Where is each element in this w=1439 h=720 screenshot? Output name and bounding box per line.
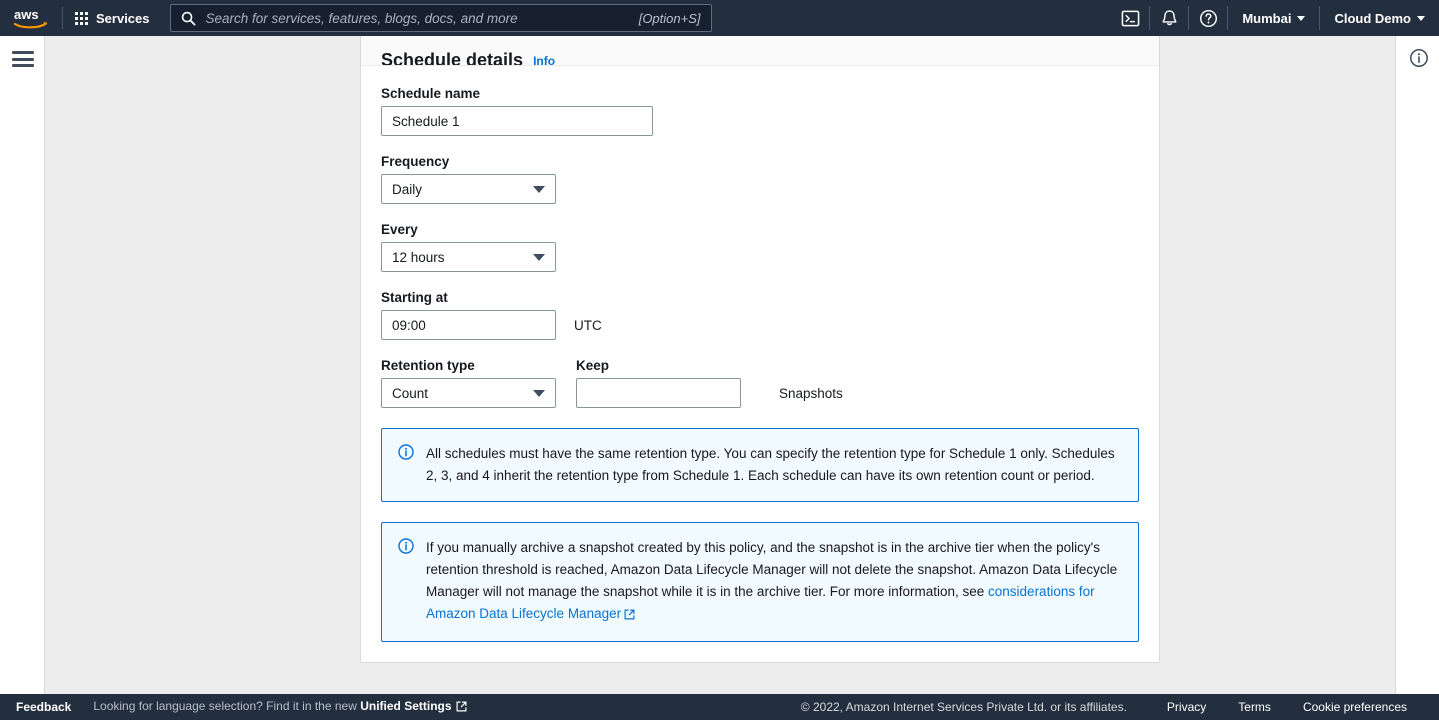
every-value: 12 hours — [392, 249, 445, 265]
retention-row: Retention type Count Keep Snapshots — [381, 358, 1139, 408]
account-menu[interactable]: Cloud Demo — [1320, 0, 1439, 36]
svg-text:aws: aws — [14, 7, 39, 22]
every-field: Every 12 hours — [381, 222, 1139, 272]
retention-type-label: Retention type — [381, 358, 475, 373]
help-button[interactable] — [1189, 0, 1227, 36]
schedule-name-label: Schedule name — [381, 86, 481, 101]
schedule-name-field: Schedule name — [381, 86, 1139, 136]
sidebar-toggle-icon[interactable] — [12, 51, 34, 67]
starting-at-row: UTC — [381, 310, 1139, 340]
search-icon — [181, 11, 196, 26]
top-navigation: aws Services [Option+S] — [0, 0, 1439, 36]
frequency-label: Frequency — [381, 154, 450, 169]
help-panel-rail — [1395, 36, 1439, 694]
page-body: Schedule details Info Schedule name Freq… — [0, 36, 1439, 694]
info-icon[interactable] — [1409, 48, 1429, 68]
language-notice-text: Looking for language selection? Find it … — [93, 699, 361, 713]
grid-icon — [75, 11, 88, 25]
services-menu-button[interactable]: Services — [63, 0, 162, 36]
container-header: Schedule details Info — [361, 36, 1159, 66]
external-link-icon — [624, 605, 635, 627]
global-search-bar[interactable]: [Option+S] — [169, 4, 712, 32]
keep-field: Keep — [576, 358, 741, 408]
info-icon — [398, 444, 414, 465]
terms-link[interactable]: Terms — [1222, 700, 1287, 714]
starting-at-label: Starting at — [381, 290, 448, 305]
starting-at-field: Starting at UTC — [381, 290, 1139, 340]
info-icon — [398, 538, 414, 559]
region-selector[interactable]: Mumbai — [1228, 0, 1319, 36]
retention-type-value: Count — [392, 385, 429, 401]
retention-type-field: Retention type Count — [381, 358, 556, 408]
info-link[interactable]: Info — [533, 54, 555, 65]
frequency-select[interactable]: Daily — [381, 174, 556, 204]
every-select[interactable]: 12 hours — [381, 242, 556, 272]
aws-logo[interactable]: aws — [0, 0, 62, 36]
language-notice: Looking for language selection? Find it … — [87, 699, 467, 715]
sidebar-rail — [0, 36, 45, 694]
frequency-field: Frequency Daily — [381, 154, 1139, 204]
notifications-button[interactable] — [1150, 0, 1188, 36]
every-label: Every — [381, 222, 418, 237]
chevron-down-icon — [1417, 15, 1425, 21]
search-shortcut-hint: [Option+S] — [638, 10, 701, 26]
schedule-name-input[interactable] — [381, 106, 653, 136]
retention-type-select[interactable]: Count — [381, 378, 556, 408]
alert-text-wrapper: If you manually archive a snapshot creat… — [426, 537, 1122, 627]
main-content-column: Schedule details Info Schedule name Freq… — [45, 36, 1395, 694]
services-label: Services — [96, 10, 150, 26]
cookie-preferences-link[interactable]: Cookie preferences — [1287, 700, 1423, 714]
account-label: Cloud Demo — [1334, 10, 1411, 26]
retention-fields-row: Retention type Count Keep Snapshots — [381, 358, 1139, 408]
search-input[interactable] — [205, 10, 631, 26]
frequency-value: Daily — [392, 181, 423, 197]
keep-input[interactable] — [576, 378, 741, 408]
footer-right: © 2022, Amazon Internet Services Private… — [801, 694, 1439, 720]
timezone-label: UTC — [574, 318, 602, 333]
alert-text: All schedules must have the same retenti… — [426, 446, 1115, 483]
starting-at-input[interactable] — [381, 310, 556, 340]
page-footer: Feedback Looking for language selection?… — [0, 694, 1439, 720]
external-link-icon — [456, 701, 467, 715]
container-body: Schedule name Frequency Daily Every 12 h… — [361, 66, 1159, 662]
retention-type-alert: All schedules must have the same retenti… — [381, 428, 1139, 502]
unified-settings-link[interactable]: Unified Settings — [360, 699, 451, 713]
cloudshell-button[interactable] — [1111, 0, 1149, 36]
top-navigation-right: Mumbai Cloud Demo — [1111, 0, 1439, 36]
feedback-link[interactable]: Feedback — [0, 700, 87, 714]
chevron-down-icon — [533, 254, 545, 261]
archive-tier-alert: If you manually archive a snapshot creat… — [381, 522, 1139, 642]
chevron-down-icon — [533, 186, 545, 193]
region-label: Mumbai — [1242, 10, 1292, 26]
chevron-down-icon — [533, 390, 545, 397]
snapshots-unit-label: Snapshots — [779, 386, 843, 401]
schedule-details-container: Schedule details Info Schedule name Freq… — [360, 36, 1160, 663]
chevron-down-icon — [1297, 15, 1306, 21]
page-title: Schedule details — [381, 50, 524, 66]
copyright-text: © 2022, Amazon Internet Services Private… — [800, 700, 1127, 714]
keep-label: Keep — [576, 358, 610, 373]
privacy-link[interactable]: Privacy — [1151, 700, 1222, 714]
footer-left: Feedback Looking for language selection?… — [0, 694, 467, 720]
